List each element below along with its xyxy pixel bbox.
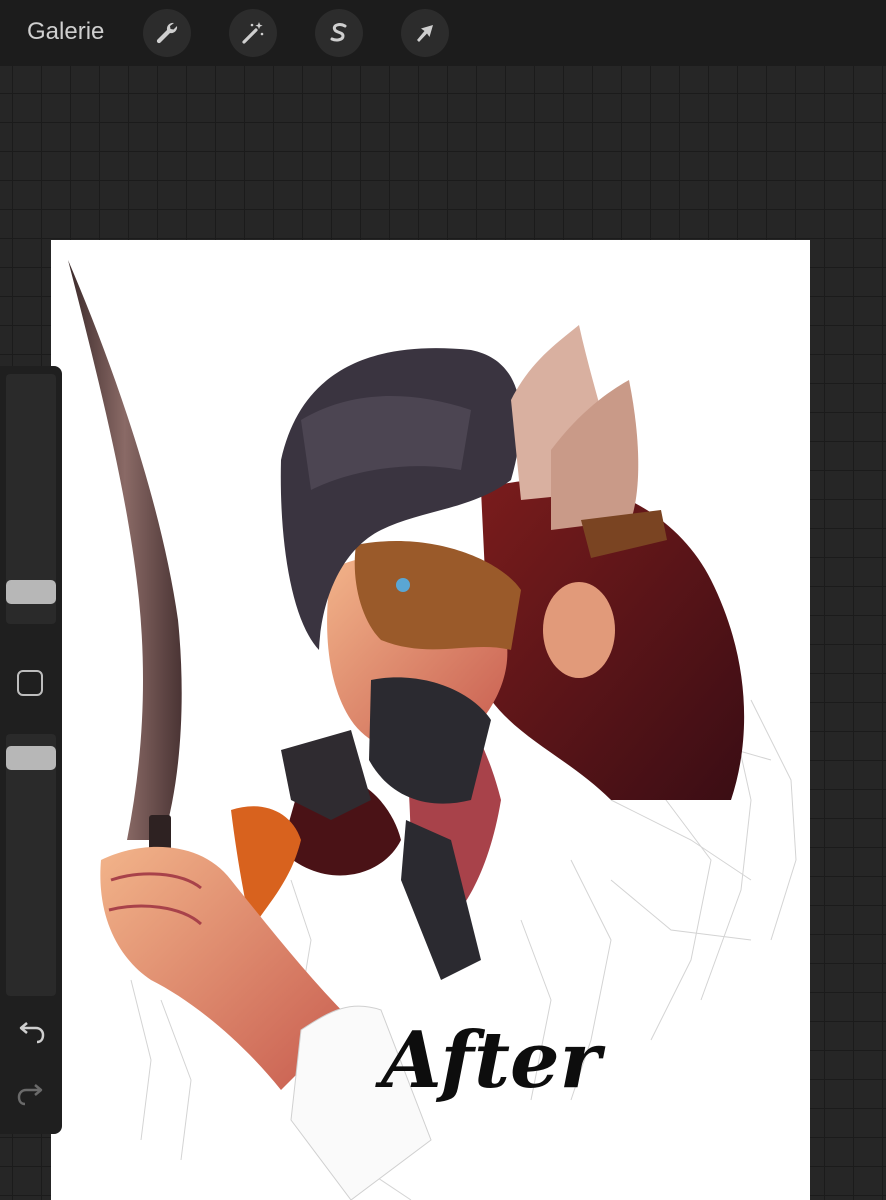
square-modify-icon[interactable]	[17, 670, 43, 696]
selection-button[interactable]	[315, 9, 363, 57]
redo-button[interactable]	[15, 1080, 47, 1112]
arrow-cursor-icon	[417, 25, 433, 42]
opacity-slider-thumb[interactable]	[6, 746, 56, 770]
undo-icon	[19, 1022, 45, 1044]
actions-button[interactable]	[143, 9, 191, 57]
wrench-icon	[156, 22, 178, 44]
brush-size-slider-thumb[interactable]	[6, 580, 56, 604]
opacity-slider[interactable]	[6, 734, 56, 996]
magic-wand-icon	[242, 22, 264, 44]
gallery-button[interactable]: Galerie	[27, 18, 104, 46]
undo-button[interactable]	[15, 1018, 47, 1050]
artwork-caption-text: After	[381, 1015, 601, 1106]
left-sidebar	[0, 366, 62, 1134]
top-toolbar: Galerie	[0, 0, 886, 66]
selection-s-icon	[330, 23, 347, 42]
adjustments-button[interactable]	[229, 9, 277, 57]
transform-button[interactable]	[401, 9, 449, 57]
redo-icon	[17, 1084, 43, 1106]
drawing-canvas[interactable]: After	[51, 240, 810, 1200]
